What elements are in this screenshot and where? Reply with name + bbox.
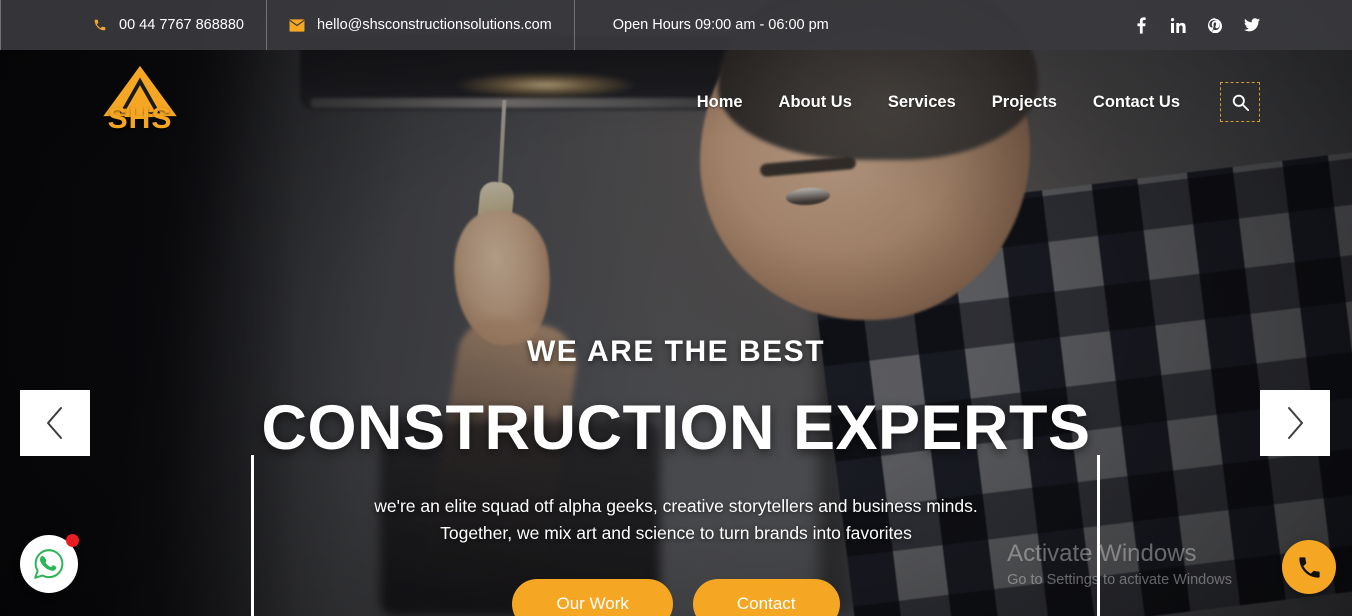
nav-item-services[interactable]: Services xyxy=(870,83,974,122)
linkedin-icon[interactable] xyxy=(1170,16,1186,34)
facebook-icon[interactable] xyxy=(1133,16,1149,34)
twitter-icon[interactable] xyxy=(1244,16,1260,34)
envelope-icon xyxy=(289,18,305,32)
chevron-right-icon xyxy=(1288,407,1303,439)
carousel-next-button[interactable] xyxy=(1260,390,1330,456)
nav-item-projects[interactable]: Projects xyxy=(974,83,1075,122)
nav-item-about-us[interactable]: About Us xyxy=(761,83,870,122)
logo-text: SHS xyxy=(107,102,173,135)
phone-icon xyxy=(93,18,107,32)
pinterest-icon[interactable] xyxy=(1207,16,1223,34)
topbar-phone-text: 00 44 7767 868880 xyxy=(119,17,244,33)
top-info-bar: 00 44 7767 868880 hello@shsconstructions… xyxy=(0,0,1352,50)
main-navigation: Home About Us Services Projects Contact … xyxy=(679,82,1260,122)
phone-handset-icon xyxy=(1298,556,1320,578)
topbar-open-hours: Open Hours 09:00 am - 06:00 pm xyxy=(612,17,829,33)
page-root: 00 44 7767 868880 hello@shsconstructions… xyxy=(0,0,1352,616)
watermark-title: Activate Windows xyxy=(1007,540,1197,567)
carousel-prev-button[interactable] xyxy=(20,390,90,456)
hero-description-line-1: we're an elite squad otf alpha geeks, cr… xyxy=(374,496,978,517)
hero-title: CONSTRUCTION EXPERTS xyxy=(261,393,1091,463)
nav-item-home[interactable]: Home xyxy=(679,83,761,122)
search-button[interactable] xyxy=(1220,82,1260,122)
social-links xyxy=(1133,16,1352,34)
hero-subtitle: WE ARE THE BEST xyxy=(526,335,826,368)
whatsapp-button[interactable] xyxy=(20,534,79,593)
whatsapp-icon xyxy=(34,549,64,579)
search-icon xyxy=(1232,94,1249,111)
topbar-email-text: hello@shsconstructionsolutions.com xyxy=(317,17,552,33)
our-work-button[interactable]: Our Work xyxy=(512,579,673,616)
topbar-email[interactable]: hello@shsconstructionsolutions.com xyxy=(267,0,574,50)
windows-activation-watermark: Activate Windows Go to Settings to activ… xyxy=(1007,540,1232,590)
watermark-subtitle: Go to Settings to activate Windows xyxy=(1007,572,1232,588)
contact-button[interactable]: Contact xyxy=(692,579,840,616)
whatsapp-notification-badge xyxy=(66,534,79,547)
site-logo[interactable]: SHS xyxy=(95,64,185,144)
site-header: SHS Home About Us Services Projects Cont… xyxy=(0,50,1352,158)
topbar-phone[interactable]: 00 44 7767 868880 xyxy=(1,0,266,50)
nav-item-contact-us[interactable]: Contact Us xyxy=(1075,83,1198,122)
phone-call-button[interactable] xyxy=(1282,540,1336,594)
chevron-left-icon xyxy=(47,407,62,439)
